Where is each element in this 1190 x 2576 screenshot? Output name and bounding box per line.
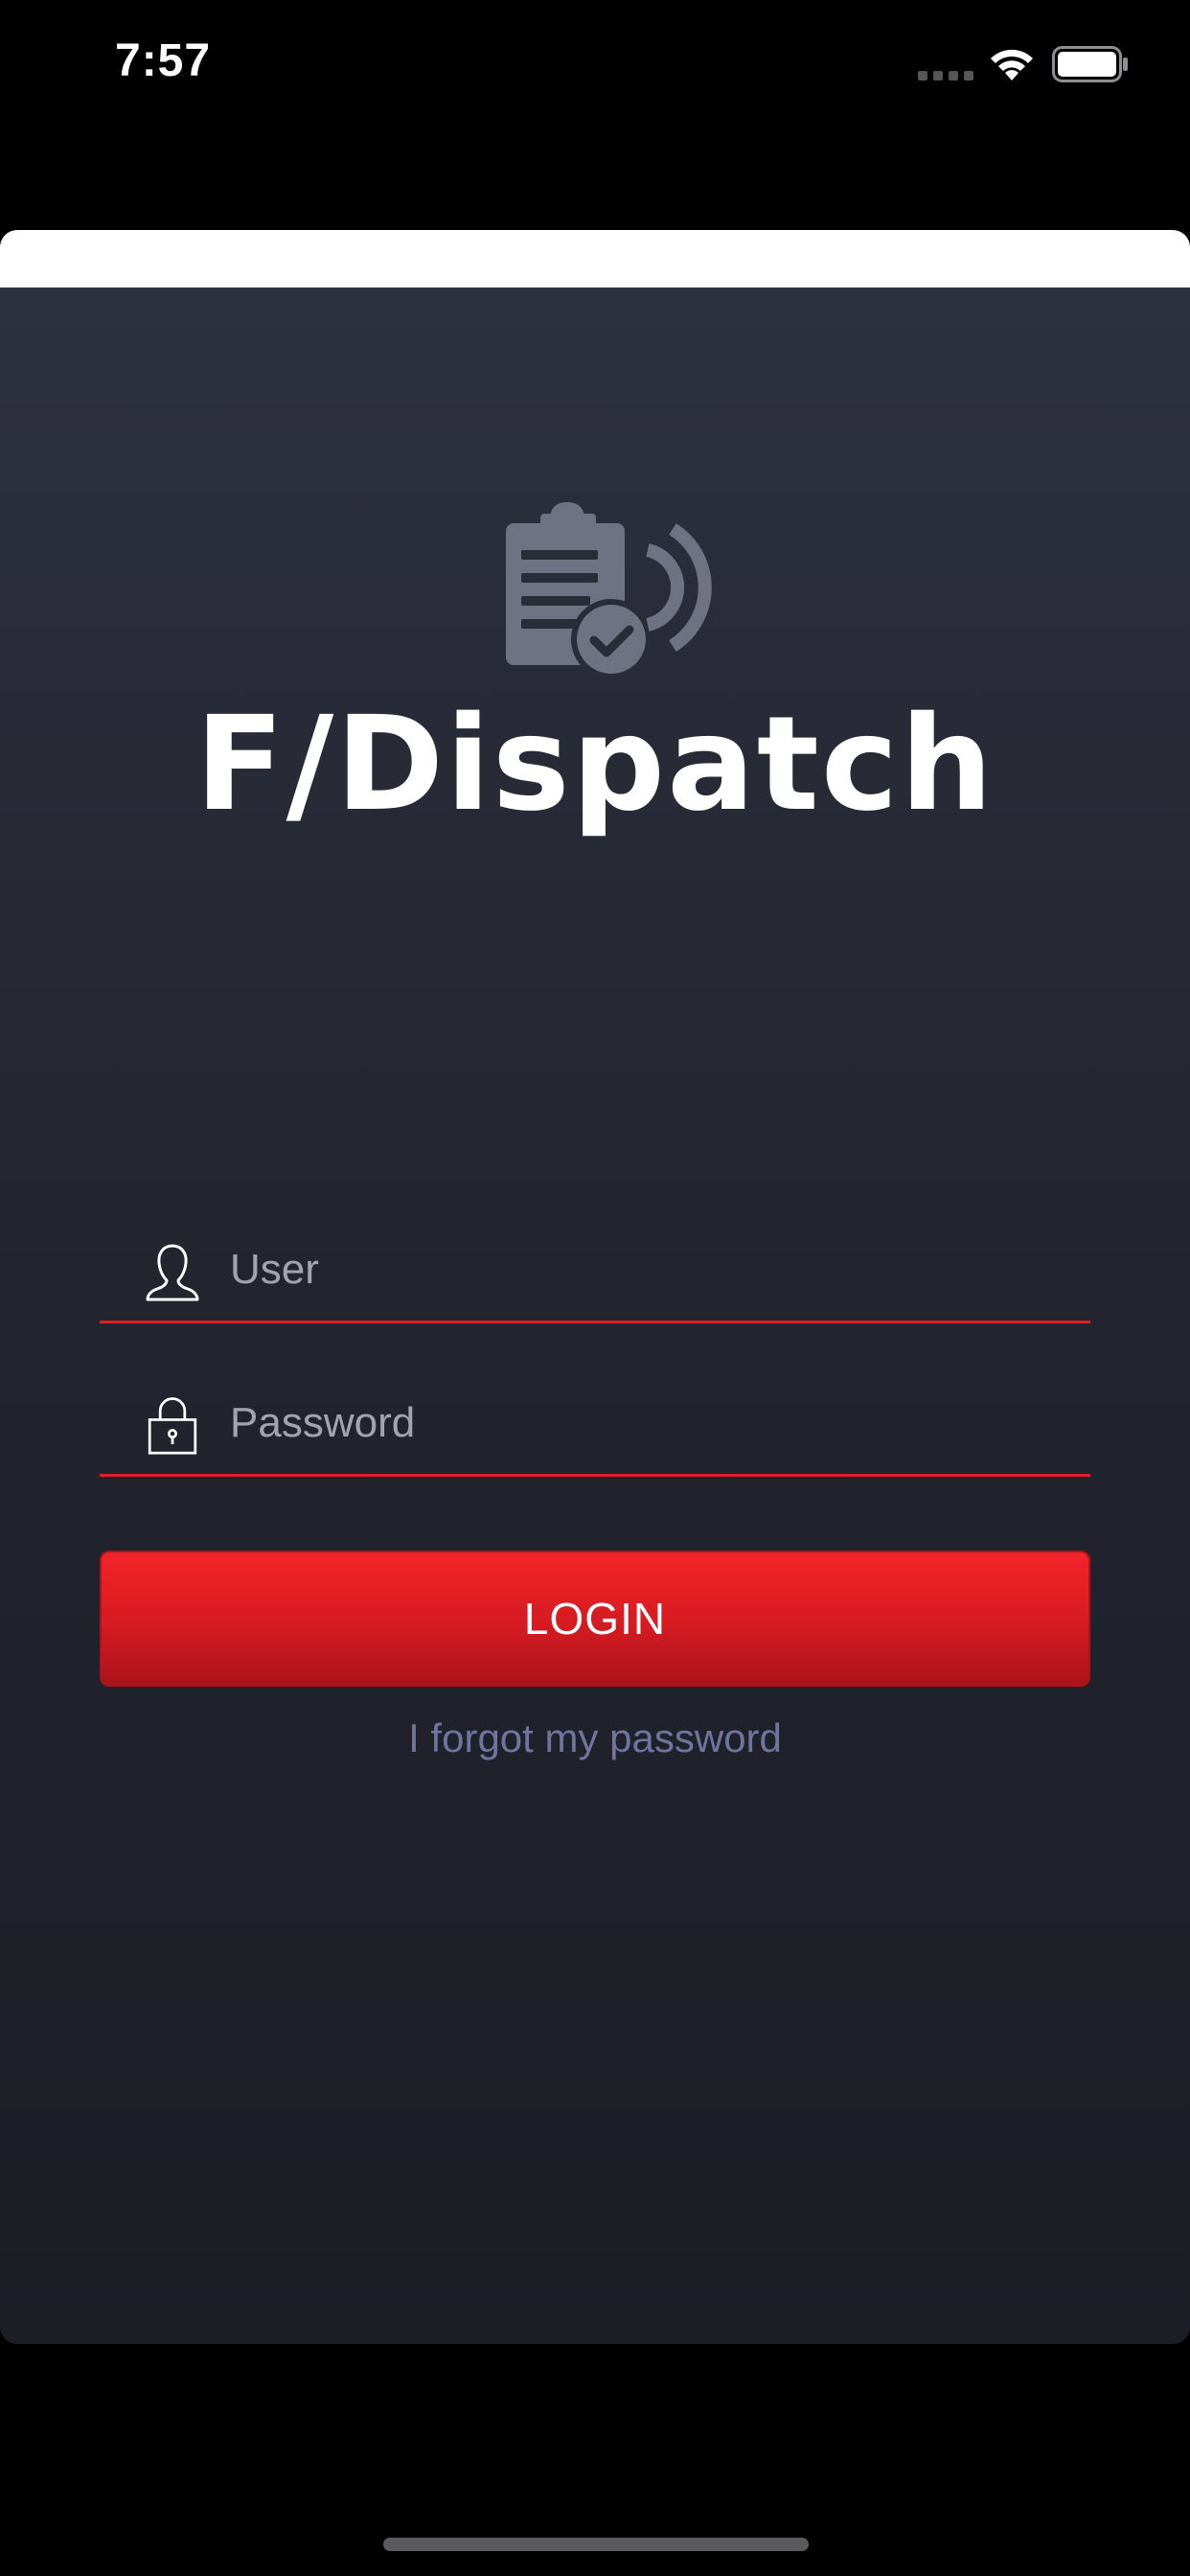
password-field[interactable] [100,1368,1090,1477]
forgot-password-link[interactable]: I forgot my password [0,1715,1190,1761]
clipboard-check-signal-icon [506,502,712,679]
cellular-signal-icon [918,71,973,80]
password-input[interactable] [230,1390,1073,1457]
battery-icon [1052,46,1128,82]
user-field[interactable] [100,1215,1090,1323]
lock-icon [148,1397,197,1455]
login-button[interactable]: LOGIN [100,1551,1090,1687]
status-bar: 7:57 [0,0,1190,134]
user-input[interactable] [230,1236,1073,1303]
wifi-icon [991,49,1033,80]
app-title: F/Dispatch [195,689,995,840]
status-time: 7:57 [115,35,212,86]
user-icon [146,1244,199,1301]
top-white-bar [0,230,1190,288]
home-indicator[interactable] [383,2538,809,2551]
